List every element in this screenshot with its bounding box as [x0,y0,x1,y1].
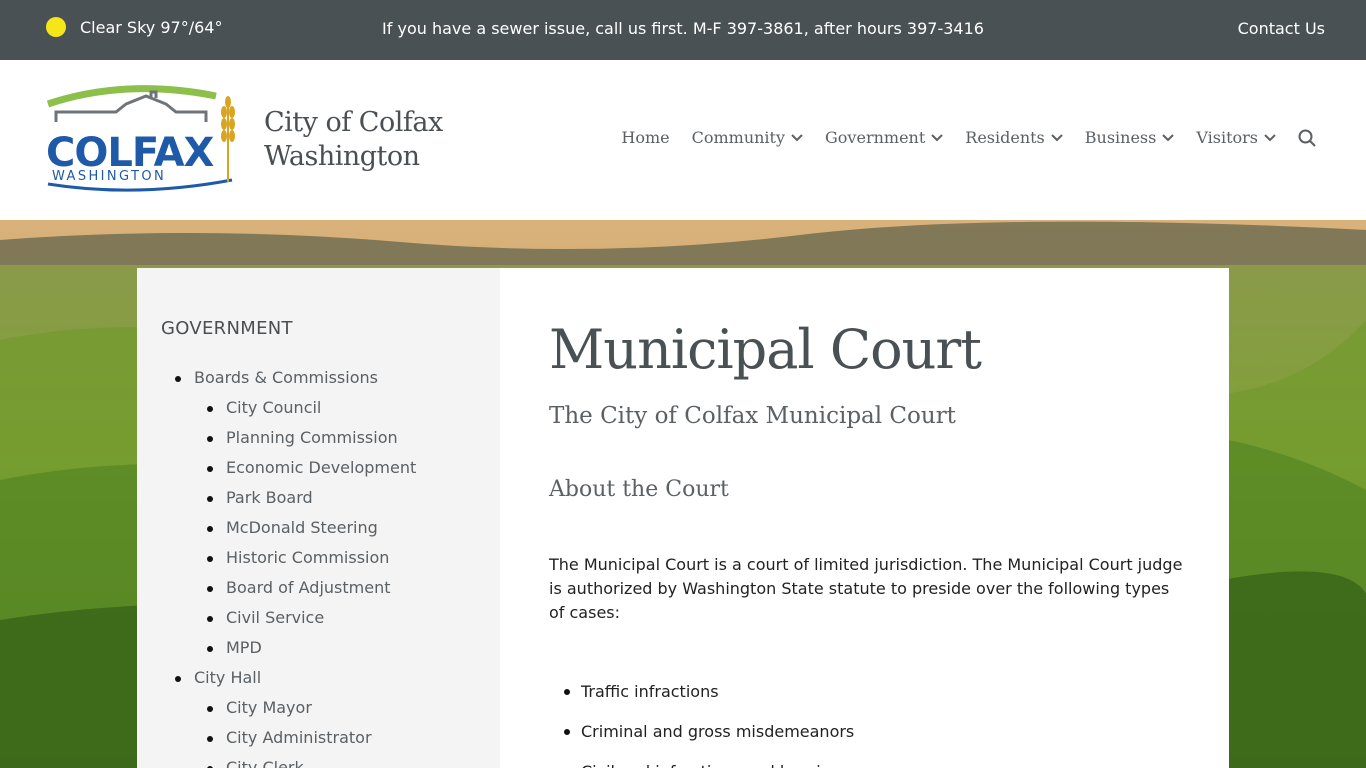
page-title: Municipal Court [549,318,982,381]
nav-residents[interactable]: Residents [965,128,1063,147]
logo-subtext: WASHINGTON [52,169,166,184]
sewer-notice: If you have a sewer issue, call us first… [382,19,984,38]
nav-community-label: Community [691,128,786,147]
chevron-down-icon [1162,133,1175,141]
sidebar: GOVERNMENT Boards & Commissions City Cou… [137,268,500,768]
sidebar-item-label[interactable]: Economic Development [226,458,416,477]
section-heading-about: About the Court [549,477,729,502]
sidebar-item-label[interactable]: MPD [226,638,262,657]
sidebar-item-label[interactable]: City Council [226,398,321,417]
sidebar-menu: Boards & Commissions City Council Planni… [174,363,416,768]
sidebar-item-civil-service[interactable]: Civil Service [206,603,416,633]
sidebar-item-label[interactable]: City Hall [194,668,261,687]
top-bar: Clear Sky 97°/64° If you have a sewer is… [0,0,1366,60]
sidebar-item-label[interactable]: Board of Adjustment [226,578,390,597]
nav-visitors-label: Visitors [1196,128,1258,147]
logo-building-outline [54,94,208,122]
site-title-line2: Washington [264,141,420,172]
nav-home-label: Home [621,128,670,147]
colfax-logo[interactable]: COLFAX WASHINGTON [46,82,238,194]
sidebar-item-label[interactable]: City Clerk [226,758,304,768]
sidebar-item-park-board[interactable]: Park Board [206,483,416,513]
sidebar-item-mpd[interactable]: MPD [206,633,416,663]
page-subtitle: The City of Colfax Municipal Court [549,403,956,429]
sidebar-item-city-mayor[interactable]: City Mayor [206,693,416,723]
list-item: Criminal and gross misdemeanors [563,720,854,744]
sidebar-item-mcdonald-steering[interactable]: McDonald Steering [206,513,416,543]
sidebar-item-label[interactable]: City Administrator [226,728,372,747]
court-description: The Municipal Court is a court of limite… [549,555,1183,622]
sidebar-item-planning-commission[interactable]: Planning Commission [206,423,416,453]
chevron-down-icon [931,133,943,141]
nav-home[interactable]: Home [621,128,669,147]
search-icon[interactable] [1298,129,1316,147]
nav-visitors[interactable]: Visitors [1196,128,1276,147]
sidebar-item-label[interactable]: McDonald Steering [226,518,378,537]
site-header: COLFAX WASHINGTON City of Colfax Washing… [0,60,1366,220]
case-types-list: Traffic infractions Criminal and gross m… [563,680,854,768]
sidebar-item-economic-development[interactable]: Economic Development [206,453,416,483]
sidebar-item-city-council[interactable]: City Council [206,393,416,423]
sidebar-item-city-hall[interactable]: City Hall [174,663,416,693]
chevron-down-icon [791,133,803,141]
nav-business-label: Business [1084,128,1157,147]
contact-us-link[interactable]: Contact Us [1238,19,1325,38]
wheat-icon [221,96,235,182]
site-title[interactable]: City of Colfax Washington [264,106,443,174]
list-item: Traffic infractions [563,680,854,704]
sidebar-item-label[interactable]: Boards & Commissions [194,368,378,387]
sidebar-item-boards-commissions[interactable]: Boards & Commissions [174,363,416,393]
nav-government-label: Government [825,128,926,147]
sidebar-item-label[interactable]: Historic Commission [226,548,389,567]
nav-community[interactable]: Community [692,128,803,147]
chevron-down-icon [1264,133,1276,141]
sidebar-item-city-administrator[interactable]: City Administrator [206,723,416,753]
sidebar-item-label[interactable]: Civil Service [226,608,324,627]
chevron-down-icon [1051,133,1063,141]
sidebar-heading: GOVERNMENT [161,318,293,339]
nav-residents-label: Residents [965,128,1045,147]
site-title-line1: City of Colfax [264,107,443,138]
sidebar-item-label[interactable]: Planning Commission [226,428,398,447]
sidebar-item-historic-commission[interactable]: Historic Commission [206,543,416,573]
sidebar-item-city-clerk[interactable]: City Clerk [206,753,416,768]
logo-building-tower [149,90,158,98]
sidebar-item-label[interactable]: City Mayor [226,698,312,717]
main-nav: Home Community Government Residents Busi… [599,128,1316,147]
sidebar-item-label[interactable]: Park Board [226,488,313,507]
list-item: Civil and infractions and hearings [581,760,854,768]
sidebar-item-board-of-adjustment[interactable]: Board of Adjustment [206,573,416,603]
nav-government[interactable]: Government [825,128,943,147]
nav-business[interactable]: Business [1085,128,1175,147]
main-content: Municipal Court The City of Colfax Munic… [500,268,1229,768]
